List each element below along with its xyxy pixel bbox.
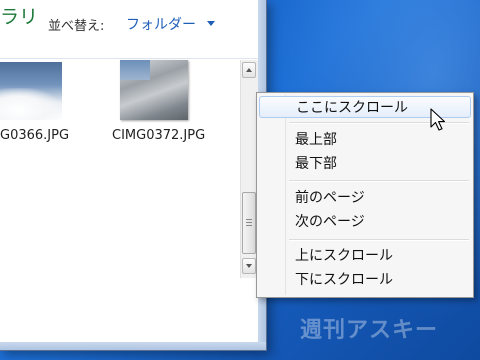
- menu-item-label: 上にスクロール: [295, 248, 393, 264]
- grip-line: [246, 222, 252, 223]
- menu-item-label: 最下部: [295, 156, 337, 172]
- sort-dropdown[interactable]: フォルダー: [126, 14, 196, 34]
- file-name[interactable]: CIMG0372.JPG: [112, 128, 205, 143]
- grip-line: [246, 219, 252, 220]
- file-name[interactable]: G0366.JPG: [0, 128, 69, 143]
- divider: [0, 58, 258, 59]
- menu-item-scroll-down[interactable]: 下にスクロール: [259, 269, 471, 291]
- scroll-down-button[interactable]: [242, 258, 256, 274]
- explorer-window: ラリ 並べ替え: フォルダー G0366.JPG CIMG0372.JPG: [0, 0, 267, 351]
- menu-item-top[interactable]: 最上部: [259, 129, 471, 151]
- menu-item-label: 次のページ: [295, 214, 365, 230]
- chevron-down-icon[interactable]: [207, 21, 215, 26]
- scroll-thumb[interactable]: [242, 192, 256, 254]
- watermark-logo: 週刊アスキー: [300, 318, 439, 343]
- menu-item-scroll-up[interactable]: 上にスクロール: [259, 245, 471, 267]
- menu-separator: [289, 239, 469, 241]
- file-view: ラリ 並べ替え: フォルダー G0366.JPG CIMG0372.JPG: [0, 0, 258, 342]
- sort-label: 並べ替え:: [48, 19, 105, 34]
- mouse-cursor-icon: [430, 108, 446, 131]
- menu-item-label: ここにスクロール: [296, 100, 408, 116]
- library-title: ラリ: [0, 6, 39, 28]
- arrow-down-icon: [246, 264, 252, 268]
- menu-item-label: 前のページ: [295, 190, 365, 206]
- menu-item-page-down[interactable]: 次のページ: [259, 211, 471, 233]
- menu-separator: [289, 180, 469, 182]
- window-frame-bottom: [0, 342, 266, 350]
- menu-item-label: 下にスクロール: [295, 272, 393, 288]
- scroll-up-button[interactable]: [242, 62, 256, 78]
- thumbnail-sky: [120, 60, 150, 80]
- menu-item-bottom[interactable]: 最下部: [259, 153, 471, 175]
- arrow-up-icon: [246, 68, 252, 72]
- menu-item-label: 最上部: [295, 132, 337, 148]
- thumbnail-cloud: [0, 88, 62, 120]
- grip-line: [246, 225, 252, 226]
- menu-item-page-up[interactable]: 前のページ: [259, 187, 471, 209]
